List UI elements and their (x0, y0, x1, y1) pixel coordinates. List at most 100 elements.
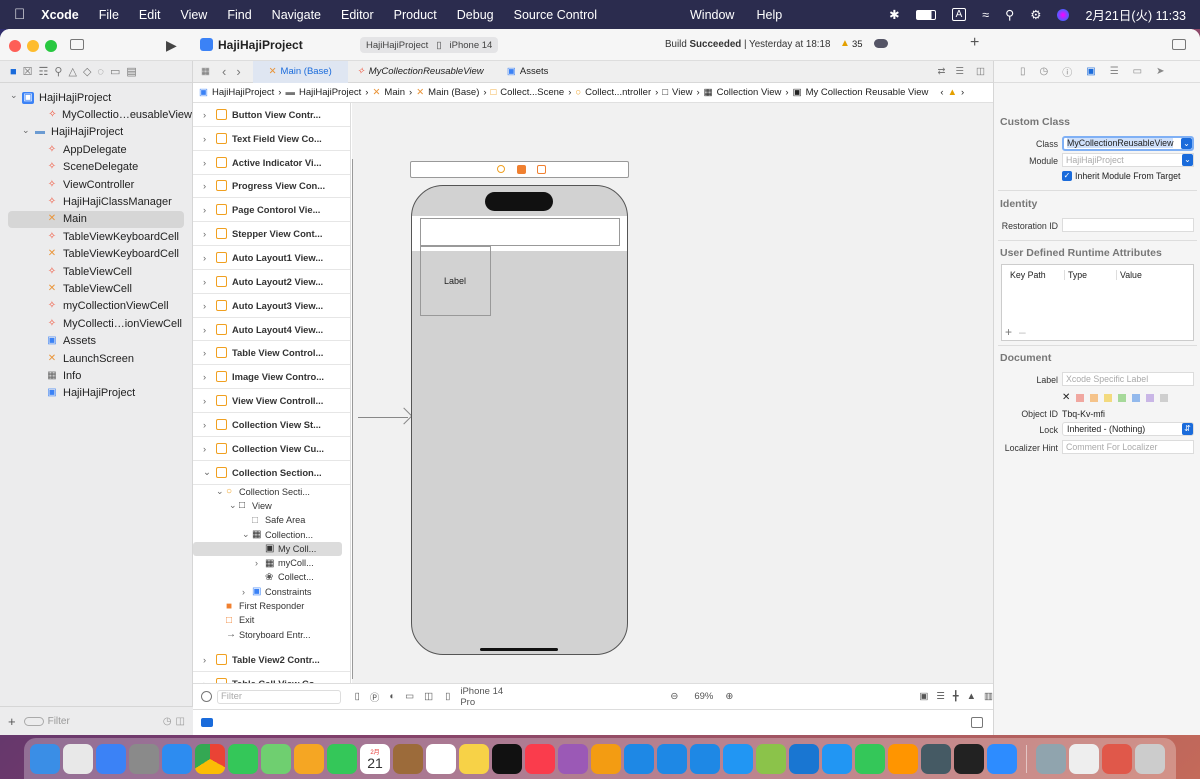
zoom-in-icon[interactable]: ⊕ (725, 691, 733, 702)
related-items-icon[interactable]: ⇄ (938, 66, 946, 77)
jump-item[interactable]: Collect...Scene (500, 87, 564, 98)
cell-label[interactable]: Label (444, 276, 466, 286)
sidebar-toggle-icon[interactable] (70, 39, 84, 50)
disclosure-chevron-icon[interactable]: ⌄ (216, 486, 226, 497)
navigator-filter-input[interactable]: Filter (48, 716, 70, 727)
disclosure-chevron-icon[interactable]: ⌄ (242, 529, 252, 540)
chevron-down-icon[interactable]: ⌄ (203, 466, 213, 478)
notes-icon[interactable] (459, 743, 489, 774)
navigator-file-item[interactable]: ⌄ ▣ HajiHajiProject (0, 89, 192, 106)
exit-icon[interactable] (537, 165, 546, 174)
navigator-file-item[interactable]: ✧ myCollectionViewCell (0, 298, 192, 315)
disclosure-chevron-icon[interactable]: ⌄ (22, 125, 34, 136)
first-responder-icon[interactable] (517, 165, 526, 174)
attributes-inspector-icon[interactable]: ☰ (1110, 66, 1119, 77)
music-icon[interactable] (525, 743, 555, 774)
split-icon[interactable]: ◫ (424, 691, 433, 702)
outline-scene[interactable]: › Page Contorol Vie... (193, 198, 350, 223)
filter-options-icon[interactable] (23, 716, 44, 726)
chevron-right-icon[interactable]: › (203, 371, 213, 382)
menu-help[interactable]: Help (756, 8, 782, 22)
scheme-selector[interactable]: HajiHajiProject ▯ iPhone 14 (360, 37, 499, 53)
spotlight-icon[interactable]: ⚲ (1005, 7, 1014, 22)
reminders-icon[interactable] (426, 743, 456, 774)
back-arrow-icon[interactable]: ‹ (222, 64, 226, 79)
outline-node[interactable]: ■ First Responder (193, 599, 350, 613)
reusable-view-selected[interactable] (420, 218, 620, 246)
navigator-file-item[interactable]: ✕ Main (8, 210, 184, 229)
chrome-icon[interactable] (195, 743, 225, 774)
navigator-file-item[interactable]: ✕ TableViewKeyboardCell (0, 246, 192, 263)
coteditor-icon[interactable] (756, 743, 786, 774)
outline-scene[interactable]: › Auto Layout3 View... (193, 294, 350, 318)
settings-icon[interactable] (129, 743, 159, 774)
localizer-hint-field[interactable]: Comment For Localizer (1062, 440, 1194, 454)
tab-assets[interactable]: ▣ Assets (493, 61, 563, 83)
scene-dock[interactable] (410, 161, 629, 178)
messages-icon[interactable] (228, 743, 258, 774)
forward-arrow-icon[interactable]: › (236, 64, 240, 79)
navigator-file-item[interactable]: ✧ MyCollectio…eusableView (0, 106, 192, 123)
bluetooth-icon[interactable]: ✱ (889, 7, 899, 22)
chevron-right-icon[interactable]: › (203, 654, 213, 665)
color-swatch-green[interactable] (1118, 393, 1127, 402)
chevron-right-icon[interactable]: › (203, 252, 213, 263)
inherit-module-checkbox[interactable]: ✓ (1062, 171, 1072, 181)
warning-icon[interactable]: ▲ (948, 87, 957, 98)
numbers-icon[interactable] (855, 743, 885, 774)
device-config-icon[interactable]: Ⓟ (370, 690, 380, 704)
tab-main-base[interactable]: ✕ Main (Base) (252, 60, 348, 83)
outline-scene[interactable]: › Progress View Con... (193, 175, 350, 199)
orientation-icon[interactable]: ▭ (405, 691, 414, 702)
zoom-icon[interactable] (987, 743, 1017, 774)
remove-attribute-icon[interactable]: – (1019, 325, 1026, 339)
navigator-file-item[interactable]: ✕ TableViewCell (0, 280, 192, 297)
test-icon[interactable]: ◇ (83, 65, 91, 78)
dropdown-icon[interactable]: ⇵ (1182, 423, 1193, 435)
mail-icon[interactable] (96, 743, 126, 774)
chevron-right-icon[interactable]: › (203, 300, 213, 311)
outline-node[interactable]: › ▦ myColl... (193, 556, 350, 570)
outline-scene[interactable]: › Table View2 Contr... (193, 648, 350, 672)
outline-scene[interactable]: › Table View Control... (193, 341, 350, 366)
menu-product[interactable]: Product (394, 8, 437, 22)
symbol-icon[interactable]: ☶ (39, 65, 49, 78)
books-icon[interactable] (591, 743, 621, 774)
outline-scene[interactable]: ›Table Cell View Co... (193, 672, 350, 683)
color-swatch-gray[interactable] (1160, 393, 1169, 402)
chevron-right-icon[interactable]: › (203, 133, 213, 144)
outline-node[interactable]: □ Exit (193, 613, 350, 627)
controller-icon[interactable] (497, 165, 505, 173)
zoom-window-button[interactable] (45, 40, 57, 52)
calendar-icon[interactable]: 2月 21 (360, 743, 390, 774)
zoom-out-icon[interactable]: ⊖ (670, 691, 678, 702)
apple-menu-icon[interactable]:  (14, 6, 25, 23)
safari-icon[interactable] (162, 743, 192, 774)
no-color-icon[interactable]: ✕ (1062, 392, 1070, 403)
debug-area-toggle-icon[interactable] (201, 718, 213, 727)
quick-help-icon[interactable]: ⓘ (1062, 64, 1072, 79)
class-field[interactable]: MyCollectionReusableView ⌄ (1062, 136, 1194, 151)
finder-icon[interactable] (30, 743, 60, 774)
terminal-icon[interactable] (954, 743, 984, 774)
menu-window[interactable]: Window (690, 8, 734, 22)
keynote-icon[interactable] (822, 743, 852, 774)
jump-item[interactable]: My Collection Reusable View (806, 87, 929, 98)
wifi-icon[interactable]: ≈ (982, 8, 989, 22)
outline-scene[interactable]: › Auto Layout1 View... (193, 246, 350, 270)
textedit-icon[interactable] (1069, 743, 1099, 774)
outline-node[interactable]: › ▣ Constraints (193, 585, 350, 599)
color-swatch-purple[interactable] (1146, 393, 1155, 402)
chevron-right-icon[interactable]: › (203, 419, 213, 430)
report-icon[interactable]: ▤ (126, 65, 136, 78)
navigator-file-item[interactable]: ✧ ViewController (0, 176, 192, 193)
issue-icon[interactable]: △ (68, 65, 76, 78)
disclosure-chevron-icon[interactable]: ⌄ (229, 500, 239, 511)
appletv-icon[interactable] (492, 743, 522, 774)
update-frames-icon[interactable]: ▣ (919, 691, 928, 702)
menu-app-name[interactable]: Xcode (41, 8, 79, 22)
disclosure-chevron-icon[interactable]: › (255, 558, 265, 568)
recent-files-icon[interactable]: ◷ (163, 716, 172, 727)
jump-item[interactable]: HajiHajiProject (299, 87, 361, 98)
jump-item[interactable]: Collect...ntroller (585, 87, 651, 98)
